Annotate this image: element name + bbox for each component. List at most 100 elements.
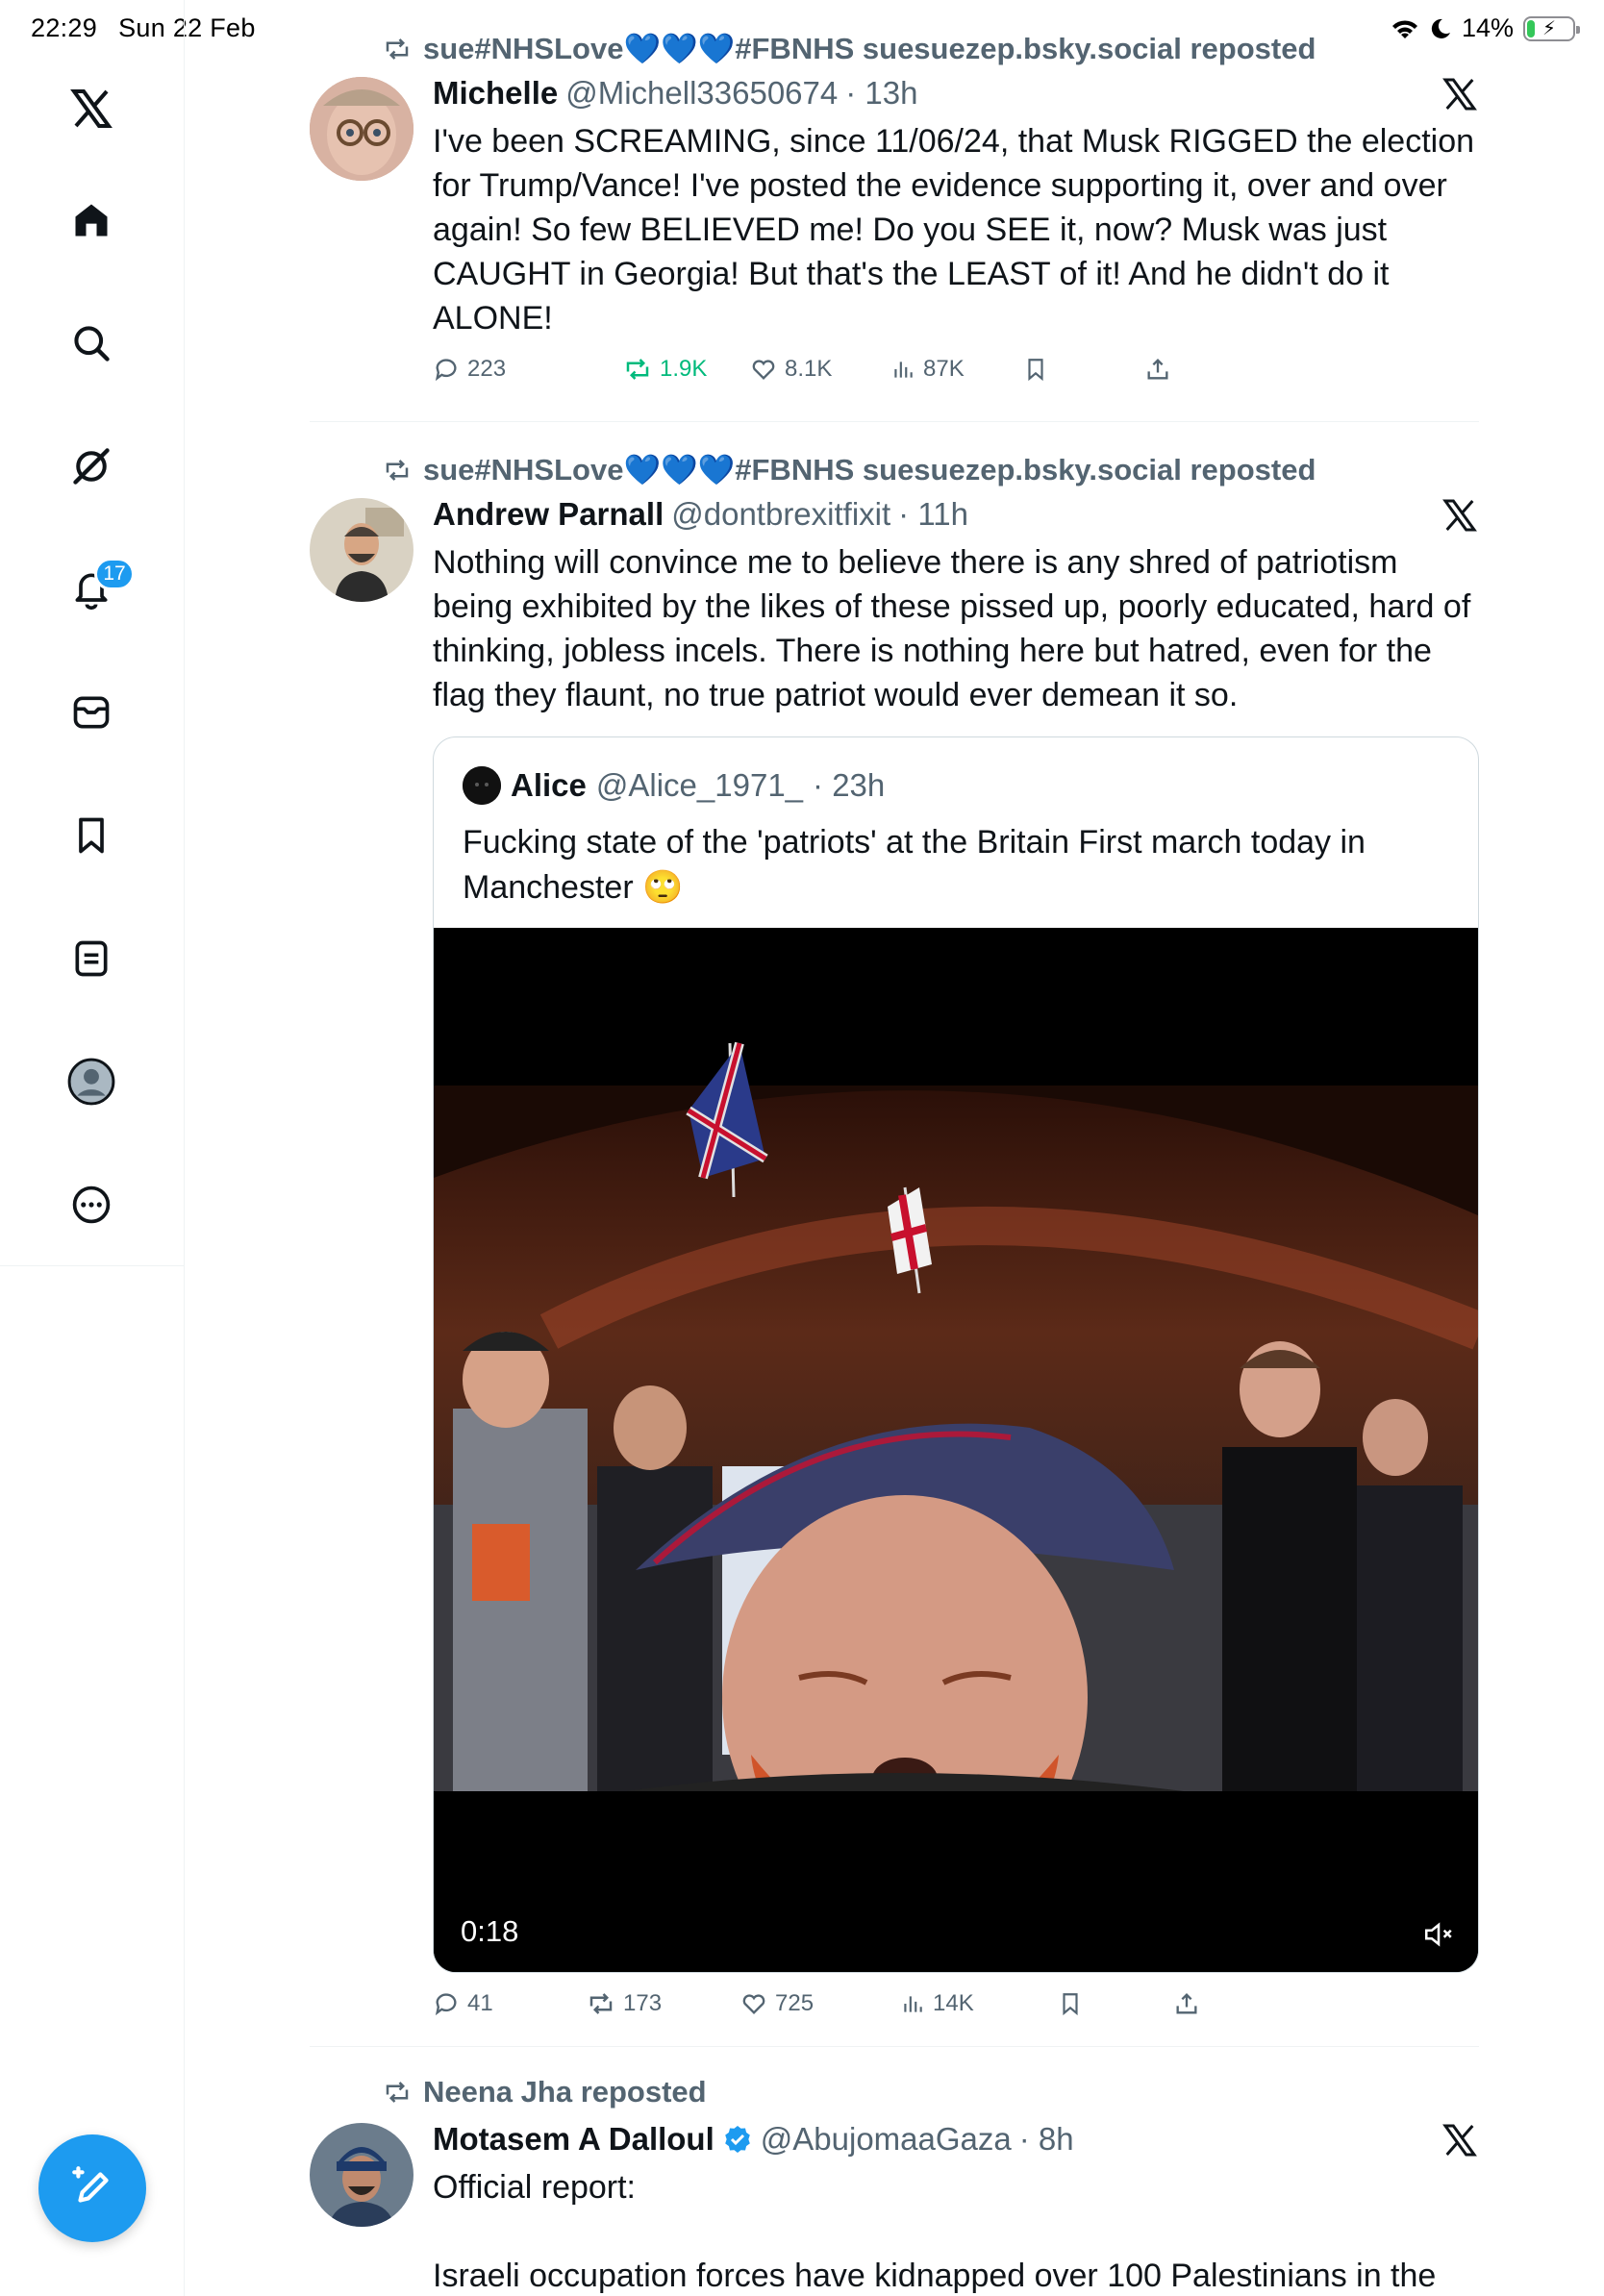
notification-badge: 17 [94, 558, 135, 590]
x-source-icon [1442, 499, 1477, 532]
quoted-author-name[interactable]: Alice [511, 767, 587, 804]
share-button[interactable] [1173, 1990, 1200, 2017]
tweet-text-line: flag they flaunt, no true patriot would … [433, 677, 1239, 713]
tweet-text-line: I've been SCREAMING, since 11/06/24, tha… [433, 123, 1475, 160]
battery-icon: ⚡ [1523, 15, 1580, 41]
profile-icon[interactable] [63, 1054, 119, 1110]
home-icon[interactable] [63, 192, 119, 248]
author-handle[interactable]: @AbujomaaGaza [761, 2121, 1012, 2158]
views-icon [894, 362, 913, 378]
tweet-text-line: thinking, jobless incels. There is nothi… [433, 633, 1432, 669]
tweet-header: Andrew Parnall @dontbrexitfixit · 11h [433, 496, 968, 533]
tweet-text-line: Israeli occupation forces have kidnapped… [433, 2258, 1437, 2294]
compose-button[interactable] [38, 2134, 146, 2242]
video-duration: 0:18 [461, 1914, 519, 1948]
avatar[interactable] [310, 498, 414, 602]
search-icon[interactable] [63, 315, 119, 371]
tweet-text-line [433, 2209, 1481, 2254]
repost-icon [626, 359, 649, 380]
repost-count: 1.9K [660, 356, 708, 382]
bookmark-icon [1028, 359, 1043, 382]
mute-icon[interactable] [1422, 1918, 1455, 1951]
avatar[interactable] [310, 77, 414, 181]
tweet-divider [310, 421, 1479, 422]
view-count: 87K [923, 356, 965, 382]
tweet-text: Nothing will convince me to believe ther… [433, 540, 1481, 717]
bookmarks-icon[interactable] [63, 808, 119, 863]
repost-text: sue#NHSLove💙💙💙#FBNHS suesuezep.bsky.soci… [423, 453, 1316, 487]
reply-count: 41 [467, 1990, 493, 2016]
author-name[interactable]: Motasem A Dalloul [433, 2121, 714, 2158]
tweet-time[interactable]: · 13h [845, 75, 917, 112]
tweet-text-line: ALONE! [433, 300, 553, 337]
tweet-actions: 41 173 725 14K [433, 1990, 1356, 2029]
repost-button[interactable]: 173 [587, 1990, 662, 2017]
repost-icon [386, 37, 409, 60]
quoted-tweet-text: Fucking state of the 'patriots' at the B… [463, 820, 1453, 911]
grok-icon[interactable] [63, 438, 119, 494]
views-button[interactable]: 87K [890, 356, 965, 383]
messages-icon[interactable] [63, 685, 119, 740]
views-button[interactable]: 14K [900, 1990, 974, 2017]
like-count: 725 [775, 1990, 815, 2016]
repost-button[interactable]: 1.9K [623, 356, 707, 383]
more-icon[interactable] [63, 1177, 119, 1233]
view-count: 14K [933, 1990, 974, 2016]
reply-button[interactable]: 41 [433, 1990, 493, 2017]
repost-count: 173 [623, 1990, 663, 2016]
views-icon [904, 1996, 922, 2012]
author-name[interactable]: Andrew Parnall [433, 496, 664, 533]
quoted-text-line: Manchester 🙄 [463, 869, 684, 906]
tweet-text-line: again! So few BELIEVED me! Do you SEE it… [433, 212, 1388, 248]
share-icon [1147, 359, 1168, 380]
reply-icon [435, 1993, 457, 2016]
tweet-text: Official report: Israeli occupation forc… [433, 2165, 1481, 2296]
verified-badge-icon [724, 2126, 750, 2153]
tweet-header: Motasem A Dalloul @AbujomaaGaza · 8h [433, 2121, 1074, 2158]
bookmark-icon [1063, 1993, 1078, 2016]
tweet-text-line: Official report: [433, 2169, 637, 2206]
like-button[interactable]: 8.1K [750, 356, 832, 383]
tweet-text-line: Nothing will convince me to believe ther… [433, 544, 1398, 581]
tweet-divider [310, 2046, 1479, 2047]
author-name[interactable]: Michelle [433, 75, 558, 112]
lists-icon[interactable] [63, 931, 119, 986]
quoted-tweet[interactable]: Alice @Alice_1971_ · 23h Fucking state o… [433, 736, 1479, 1973]
reply-count: 223 [467, 356, 507, 382]
repost-icon [386, 459, 409, 481]
x-source-icon [1442, 2124, 1477, 2157]
heart-icon [742, 1994, 765, 2014]
like-button[interactable]: 725 [740, 1990, 814, 2017]
tweet-time[interactable]: · 11h [898, 496, 968, 533]
x-logo-icon[interactable] [63, 81, 119, 137]
quoted-tweet-header: Alice @Alice_1971_ · 23h [463, 766, 885, 805]
share-button[interactable] [1144, 356, 1171, 383]
sidebar-divider [0, 1265, 185, 1266]
like-count: 8.1K [785, 356, 833, 382]
repost-text: Neena Jha reposted [423, 2075, 707, 2109]
quoted-author-handle[interactable]: @Alice_1971_ [596, 767, 803, 804]
avatar[interactable] [310, 2123, 414, 2227]
tweet[interactable]: sue#NHSLove💙💙💙#FBNHS suesuezep.bsky.soci… [310, 423, 1479, 2046]
tweet-header: Michelle @Michell33650674 · 13h [433, 75, 917, 112]
author-handle[interactable]: @Michell33650674 [565, 75, 838, 112]
repost-text: sue#NHSLove💙💙💙#FBNHS suesuezep.bsky.soci… [423, 32, 1316, 65]
quoted-avatar[interactable] [463, 766, 501, 805]
repost-line: sue#NHSLove💙💙💙#FBNHS suesuezep.bsky.soci… [383, 31, 1316, 66]
tweet[interactable]: sue#NHSLove💙💙💙#FBNHS suesuezep.bsky.soci… [310, 0, 1479, 423]
tweet-actions: 223 1.9K 8.1K 87K [433, 356, 1356, 394]
bookmark-button[interactable] [1023, 356, 1048, 383]
reply-button[interactable]: 223 [433, 356, 506, 383]
author-handle[interactable]: @dontbrexitfixit [671, 496, 890, 533]
quoted-tweet-time: · 23h [813, 767, 886, 803]
quoted-text-line: Fucking state of the 'patriots' at the B… [463, 824, 1366, 861]
reply-icon [435, 359, 457, 382]
bookmark-button[interactable] [1058, 1990, 1083, 2017]
tweet-text-line: for Trump/Vance! I've posted the evidenc… [433, 167, 1447, 204]
repost-line: Neena Jha reposted [383, 2075, 707, 2109]
tweet-time[interactable]: · 8h [1019, 2121, 1074, 2158]
video-player[interactable]: 0:18 [434, 928, 1478, 1972]
compose-icon [72, 2166, 109, 2203]
tweet[interactable]: Neena Jha reposted Motasem A Dalloul @Ab… [310, 2048, 1479, 2296]
repost-icon [589, 1993, 613, 2014]
